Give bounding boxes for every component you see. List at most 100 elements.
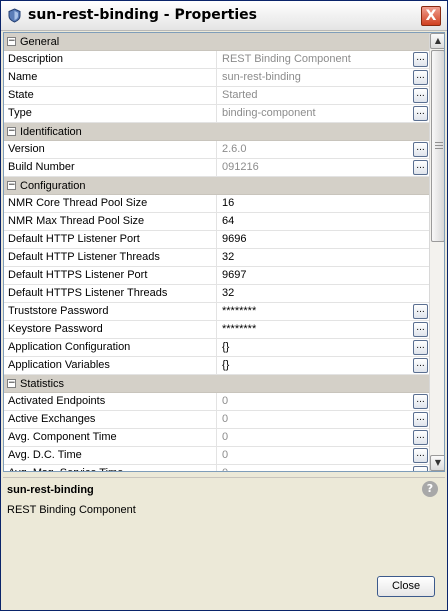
property-value[interactable]: 9696 [218, 231, 414, 248]
property-value[interactable]: 32 [218, 285, 414, 302]
property-value: 0 [222, 395, 229, 407]
property-name: Avg. Msg. Service Time [4, 465, 217, 471]
property-value[interactable]: {} [218, 339, 414, 356]
property-row-name[interactable]: Name sun-rest-binding... [4, 69, 429, 87]
help-icon[interactable]: ? [422, 481, 438, 497]
property-row-avg-component-time[interactable]: Avg. Component Time 0... [4, 429, 429, 447]
vertical-scrollbar[interactable]: ▲ ▼ [429, 33, 444, 471]
property-name: Version [4, 141, 217, 158]
property-name: Default HTTPS Listener Threads [4, 285, 217, 302]
category-identification[interactable]: − Identification [4, 123, 429, 141]
property-row-build-number[interactable]: Build Number 091216... [4, 159, 429, 177]
custom-editor-button[interactable]: ... [413, 412, 428, 427]
property-value: binding-component [222, 107, 316, 119]
category-general[interactable]: − General [4, 33, 429, 51]
property-name: Build Number [4, 159, 217, 176]
scroll-thumb[interactable] [431, 50, 444, 242]
property-row-description[interactable]: Description REST Binding Component... [4, 51, 429, 69]
property-name: NMR Core Thread Pool Size [4, 195, 217, 212]
description-pane: sun-rest-binding REST Binding Component … [3, 477, 445, 609]
scroll-up-button[interactable]: ▲ [430, 33, 444, 49]
custom-editor-button[interactable]: ... [413, 322, 428, 337]
window-title: sun-rest-binding - Properties [28, 7, 257, 23]
property-sheet: − General Description REST Binding Componen… [3, 32, 445, 472]
property-row-version[interactable]: Version 2.6.0... [4, 141, 429, 159]
property-row-avg-msg-service-time[interactable]: Avg. Msg. Service Time0... [4, 465, 429, 471]
property-name: Default HTTP Listener Port [4, 231, 217, 248]
custom-editor-button[interactable]: ... [413, 358, 428, 373]
property-row-activated-endpoints[interactable]: Activated Endpoints 0... [4, 393, 429, 411]
property-value: 0 [222, 413, 229, 425]
property-name: Default HTTPS Listener Port [4, 267, 217, 284]
custom-editor-button[interactable]: ... [413, 142, 428, 157]
description-text: REST Binding Component [7, 504, 136, 516]
property-value: 091216 [222, 161, 259, 173]
property-row-keystore-password[interactable]: Keystore Password ********... [4, 321, 429, 339]
custom-editor-button[interactable]: ... [413, 106, 428, 121]
custom-editor-button[interactable]: ... [413, 394, 428, 409]
collapse-toggle-icon[interactable]: − [7, 379, 16, 388]
window-close-button[interactable]: X [421, 6, 441, 26]
property-value: 2.6.0 [222, 143, 247, 155]
property-value: 0 [222, 431, 229, 443]
property-row-application-configuration[interactable]: Application Configuration{}... [4, 339, 429, 357]
property-name: Keystore Password [4, 321, 217, 338]
property-value: 0 [218, 465, 414, 471]
category-label: Statistics [20, 378, 65, 390]
property-row-nmr-max-thread-pool-size[interactable]: NMR Max Thread Pool Size 64 [4, 213, 429, 231]
custom-editor-button[interactable]: ... [413, 70, 428, 85]
property-name: Type [4, 105, 217, 122]
category-statistics[interactable]: − Statistics [4, 375, 429, 393]
property-row-default-http-listener-port[interactable]: Default HTTP Listener Port 9696 [4, 231, 429, 249]
custom-editor-button[interactable]: ... [413, 340, 428, 355]
property-row-state[interactable]: State Started... [4, 87, 429, 105]
custom-editor-button[interactable]: ... [413, 430, 428, 445]
property-row-default-http-listener-threads[interactable]: Default HTTP Listener Threads 32 [4, 249, 429, 267]
property-name: State [4, 87, 217, 104]
property-value[interactable]: 9697 [218, 267, 414, 284]
property-value[interactable]: 64 [218, 213, 414, 230]
property-row-default-https-listener-port[interactable]: Default HTTPS Listener Port 9697 [4, 267, 429, 285]
category-label: General [20, 36, 60, 48]
description-title: sun-rest-binding [7, 484, 94, 496]
custom-editor-button[interactable]: ... [413, 88, 428, 103]
custom-editor-button[interactable]: ... [413, 52, 428, 67]
property-name: Application Variables [4, 357, 217, 374]
property-name: Truststore Password [4, 303, 217, 320]
thumb-grip-line [435, 148, 443, 149]
component-shield-icon [8, 8, 21, 23]
property-value[interactable]: 32 [218, 249, 414, 266]
category-label: Identification [20, 126, 82, 138]
property-name: Description [4, 51, 217, 68]
property-row-avg-d-c-time[interactable]: Avg. D.C. Time 0... [4, 447, 429, 465]
property-row-active-exchanges[interactable]: Active Exchanges 0... [4, 411, 429, 429]
property-row-default-https-listener-threads[interactable]: Default HTTPS Listener Threads 32 [4, 285, 429, 303]
properties-dialog: sun-rest-binding - Properties X − General… [0, 0, 448, 611]
title-bar[interactable]: sun-rest-binding - Properties X [1, 1, 447, 31]
collapse-toggle-icon[interactable]: − [7, 37, 16, 46]
property-row-type[interactable]: Type binding-component... [4, 105, 429, 123]
category-label: Configuration [20, 180, 86, 192]
close-button[interactable]: Close [377, 576, 435, 597]
collapse-toggle-icon[interactable]: − [7, 181, 16, 190]
property-row-truststore-password[interactable]: Truststore Password ********... [4, 303, 429, 321]
category-configuration[interactable]: − Configuration [4, 177, 429, 195]
property-name: Application Configuration [4, 339, 217, 356]
custom-editor-button[interactable]: ... [413, 304, 428, 319]
custom-editor-button[interactable]: ... [413, 466, 428, 471]
custom-editor-button[interactable]: ... [413, 160, 428, 175]
property-value: 0 [222, 449, 229, 461]
property-value[interactable]: ******** [218, 303, 414, 320]
property-name: Activated Endpoints [4, 393, 217, 410]
scroll-down-button[interactable]: ▼ [430, 455, 444, 471]
property-name: Avg. D.C. Time [4, 447, 217, 464]
property-row-application-variables[interactable]: Application Variables{}... [4, 357, 429, 375]
property-value[interactable]: ******** [218, 321, 414, 338]
property-value[interactable]: 16 [218, 195, 414, 212]
property-name: Avg. Component Time [4, 429, 217, 446]
property-row-nmr-core-thread-pool-size[interactable]: NMR Core Thread Pool Size 16 [4, 195, 429, 213]
custom-editor-button[interactable]: ... [413, 448, 428, 463]
collapse-toggle-icon[interactable]: − [7, 127, 16, 136]
property-value: Started [222, 89, 258, 101]
property-value[interactable]: {} [218, 357, 414, 374]
